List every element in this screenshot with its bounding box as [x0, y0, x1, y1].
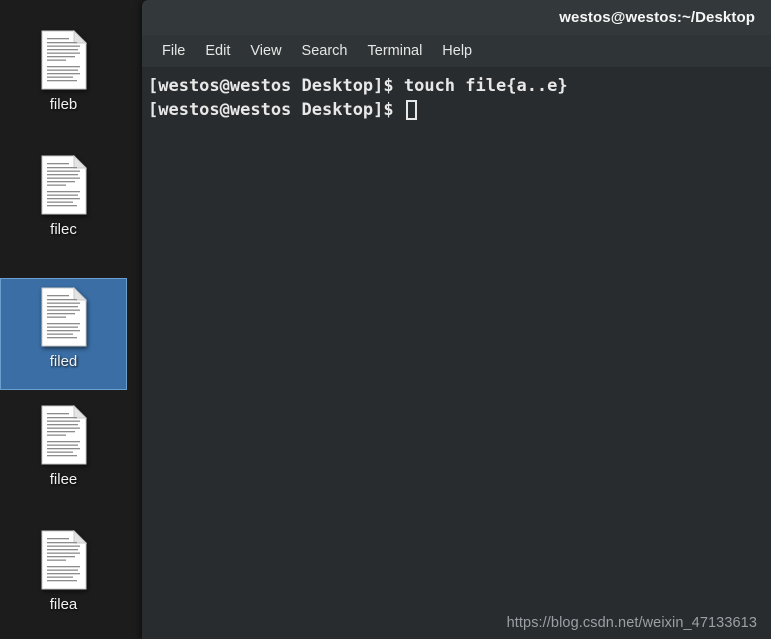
desktop-icon-fileb[interactable]: fileb — [0, 22, 127, 134]
desktop-icon-label: fileb — [49, 96, 78, 113]
terminal-titlebar[interactable]: westos@westos:~/Desktop — [142, 0, 771, 35]
terminal-window[interactable]: westos@westos:~/Desktop File Edit View S… — [142, 0, 771, 639]
text-document-icon — [41, 287, 87, 347]
desktop-icon-label: filec — [50, 221, 77, 238]
menu-item-search[interactable]: Search — [292, 40, 358, 62]
window-title: westos@westos:~/Desktop — [559, 9, 755, 26]
text-document-icon — [41, 30, 87, 90]
desktop-icon-filea[interactable]: filea — [0, 522, 127, 634]
text-document-icon — [41, 530, 87, 590]
terminal-line: [westos@westos Desktop]$ touch file{a..e… — [148, 76, 568, 96]
desktop-icon-label: filee — [49, 471, 78, 488]
menu-item-file[interactable]: File — [152, 40, 195, 62]
menu-item-help[interactable]: Help — [432, 40, 482, 62]
menu-item-view[interactable]: View — [240, 40, 291, 62]
menu-item-terminal[interactable]: Terminal — [358, 40, 433, 62]
desktop-icon-column: fileb filec filed filee filea — [0, 0, 127, 639]
desktop-icon-label: filea — [49, 596, 78, 613]
terminal-menubar: File Edit View Search Terminal Help — [142, 35, 771, 68]
terminal-output-area[interactable]: [westos@westos Desktop]$ touch file{a..e… — [142, 68, 771, 639]
desktop[interactable]: fileb filec filed filee filea westos@wes… — [0, 0, 771, 639]
desktop-icon-filee[interactable]: filee — [0, 397, 127, 509]
terminal-prompt-text: [westos@westos Desktop]$ — [148, 100, 404, 120]
text-document-icon — [41, 405, 87, 465]
watermark-url: https://blog.csdn.net/weixin_47133613 — [506, 615, 757, 631]
desktop-icon-label: filed — [49, 353, 78, 370]
terminal-prompt-line: [westos@westos Desktop]$ — [146, 98, 771, 122]
terminal-cursor — [405, 100, 417, 120]
desktop-icon-filec[interactable]: filec — [0, 147, 127, 259]
menu-item-edit[interactable]: Edit — [195, 40, 240, 62]
desktop-icon-filed[interactable]: filed — [0, 278, 127, 390]
text-document-icon — [41, 155, 87, 215]
